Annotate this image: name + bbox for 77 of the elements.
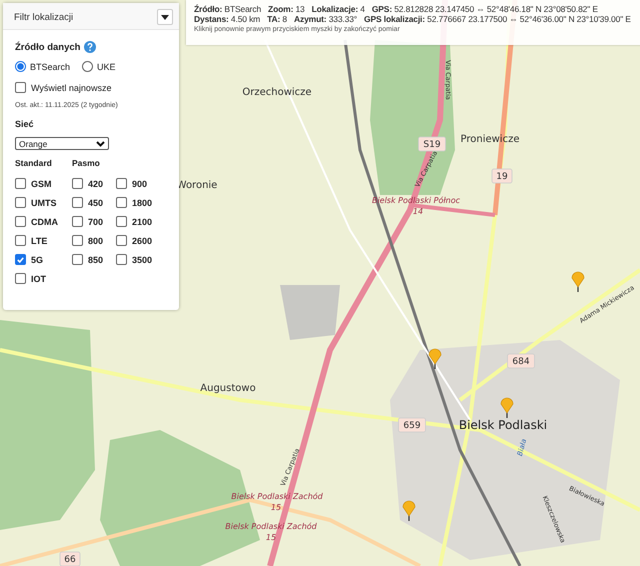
- road-number: 66: [64, 555, 76, 565]
- road-number: 19: [496, 172, 508, 182]
- section-label: Sieć: [15, 119, 35, 129]
- map-pin-icon[interactable]: [572, 272, 584, 292]
- checkbox-label: CDMA: [31, 216, 58, 226]
- checkbox[interactable]: [116, 178, 127, 189]
- checkbox[interactable]: [116, 235, 127, 246]
- checkbox[interactable]: [72, 216, 83, 227]
- info-field: GPS: 52.812828 23.147450 ⇔ 52°48'46.18" N 23°08'50.82" E: [372, 4, 598, 14]
- checkbox[interactable]: [15, 216, 26, 227]
- checkbox[interactable]: [116, 254, 127, 265]
- checkbox-label: UMTS: [31, 198, 56, 208]
- checkbox[interactable]: [15, 273, 26, 284]
- checkbox[interactable]: [15, 254, 26, 265]
- checkbox-label: 700: [88, 216, 104, 226]
- map-label: 14: [412, 207, 424, 216]
- radio-button[interactable]: [15, 61, 26, 72]
- info-field: TA: 8: [267, 14, 287, 24]
- checkbox[interactable]: [72, 235, 83, 246]
- checkbox[interactable]: [15, 82, 26, 93]
- map-label: Bielsk Podlaski Zachód: [231, 492, 323, 501]
- checkbox-label: IOT: [31, 274, 46, 284]
- checkbox[interactable]: [15, 197, 26, 208]
- checkbox-label: GSM: [31, 178, 52, 188]
- map-label: Bielsk Podlaski Zachód: [225, 522, 317, 531]
- map-label: Orzechowicze: [242, 87, 312, 98]
- radio-button[interactable]: [82, 61, 94, 72]
- road-number-sign: [398, 418, 426, 432]
- network-dropdown[interactable]: Orange: [15, 137, 109, 150]
- road-number-sign: [418, 136, 446, 152]
- road-number-sign: [507, 354, 535, 368]
- checkbox-label: 800: [88, 236, 104, 246]
- checkbox[interactable]: [116, 216, 127, 227]
- checkbox[interactable]: [15, 178, 26, 189]
- road-number-sign: [492, 168, 512, 184]
- info-field: Lokalizacje: 4: [312, 4, 365, 14]
- checkbox-label: 900: [132, 178, 148, 188]
- checkbox[interactable]: [15, 235, 26, 246]
- map-pin-icon[interactable]: [428, 348, 442, 369]
- checkbox-label: 2100: [132, 216, 152, 226]
- checkbox[interactable]: [72, 254, 83, 265]
- checkbox-label: 5G: [31, 254, 44, 264]
- column-header: Standard: [15, 158, 53, 170]
- chevron-icon: [96, 140, 105, 146]
- map-label: Augustowo: [200, 383, 256, 394]
- checkbox-label: 1800: [132, 198, 152, 208]
- checkbox-label: 3500: [132, 254, 152, 264]
- road-number-sign: [60, 552, 80, 566]
- checkbox-label: LTE: [31, 236, 48, 246]
- map-label: 15: [266, 533, 276, 542]
- panel-title: Filtr lokalizacji: [14, 12, 74, 22]
- checkbox-label: 420: [88, 178, 104, 188]
- map-label: Bielsk Podlaski: [458, 418, 548, 432]
- info-field: Azymut: 333.33°: [294, 14, 358, 24]
- info-field: Zoom: 13: [268, 4, 305, 14]
- column-header: Pasmo: [72, 158, 101, 170]
- radio-label: UKE: [97, 62, 116, 72]
- checkbox-label: 850: [88, 254, 104, 264]
- info-field: GPS lokalizacji: 52.776667 23.177500 ⇔ 52°46'36.00" N 23°10'39.00" E: [364, 14, 631, 24]
- road-number: 684: [512, 357, 530, 367]
- caret-icon: [161, 14, 169, 20]
- map-label: 15: [270, 503, 282, 512]
- radio-label: BTSearch: [30, 62, 70, 72]
- info-field: Źródło: BTSearch: [194, 4, 262, 14]
- section-label: Źródło danych: [15, 42, 80, 52]
- help-icon[interactable]: [84, 41, 96, 53]
- collapse-button[interactable]: [157, 9, 173, 25]
- checkbox[interactable]: [72, 178, 83, 189]
- checkbox-label: 2600: [132, 236, 152, 246]
- info-field: Dystans: 4.50 km: [194, 14, 260, 24]
- checkbox-label: 450: [88, 198, 104, 208]
- checkbox[interactable]: [116, 197, 127, 208]
- map-label: Proniewicze: [460, 134, 520, 145]
- road-number: S19: [423, 140, 441, 150]
- checkbox[interactable]: [72, 197, 83, 208]
- checkbox-label: Wyświetl najnowsze: [31, 82, 112, 92]
- road-number: 659: [403, 421, 421, 431]
